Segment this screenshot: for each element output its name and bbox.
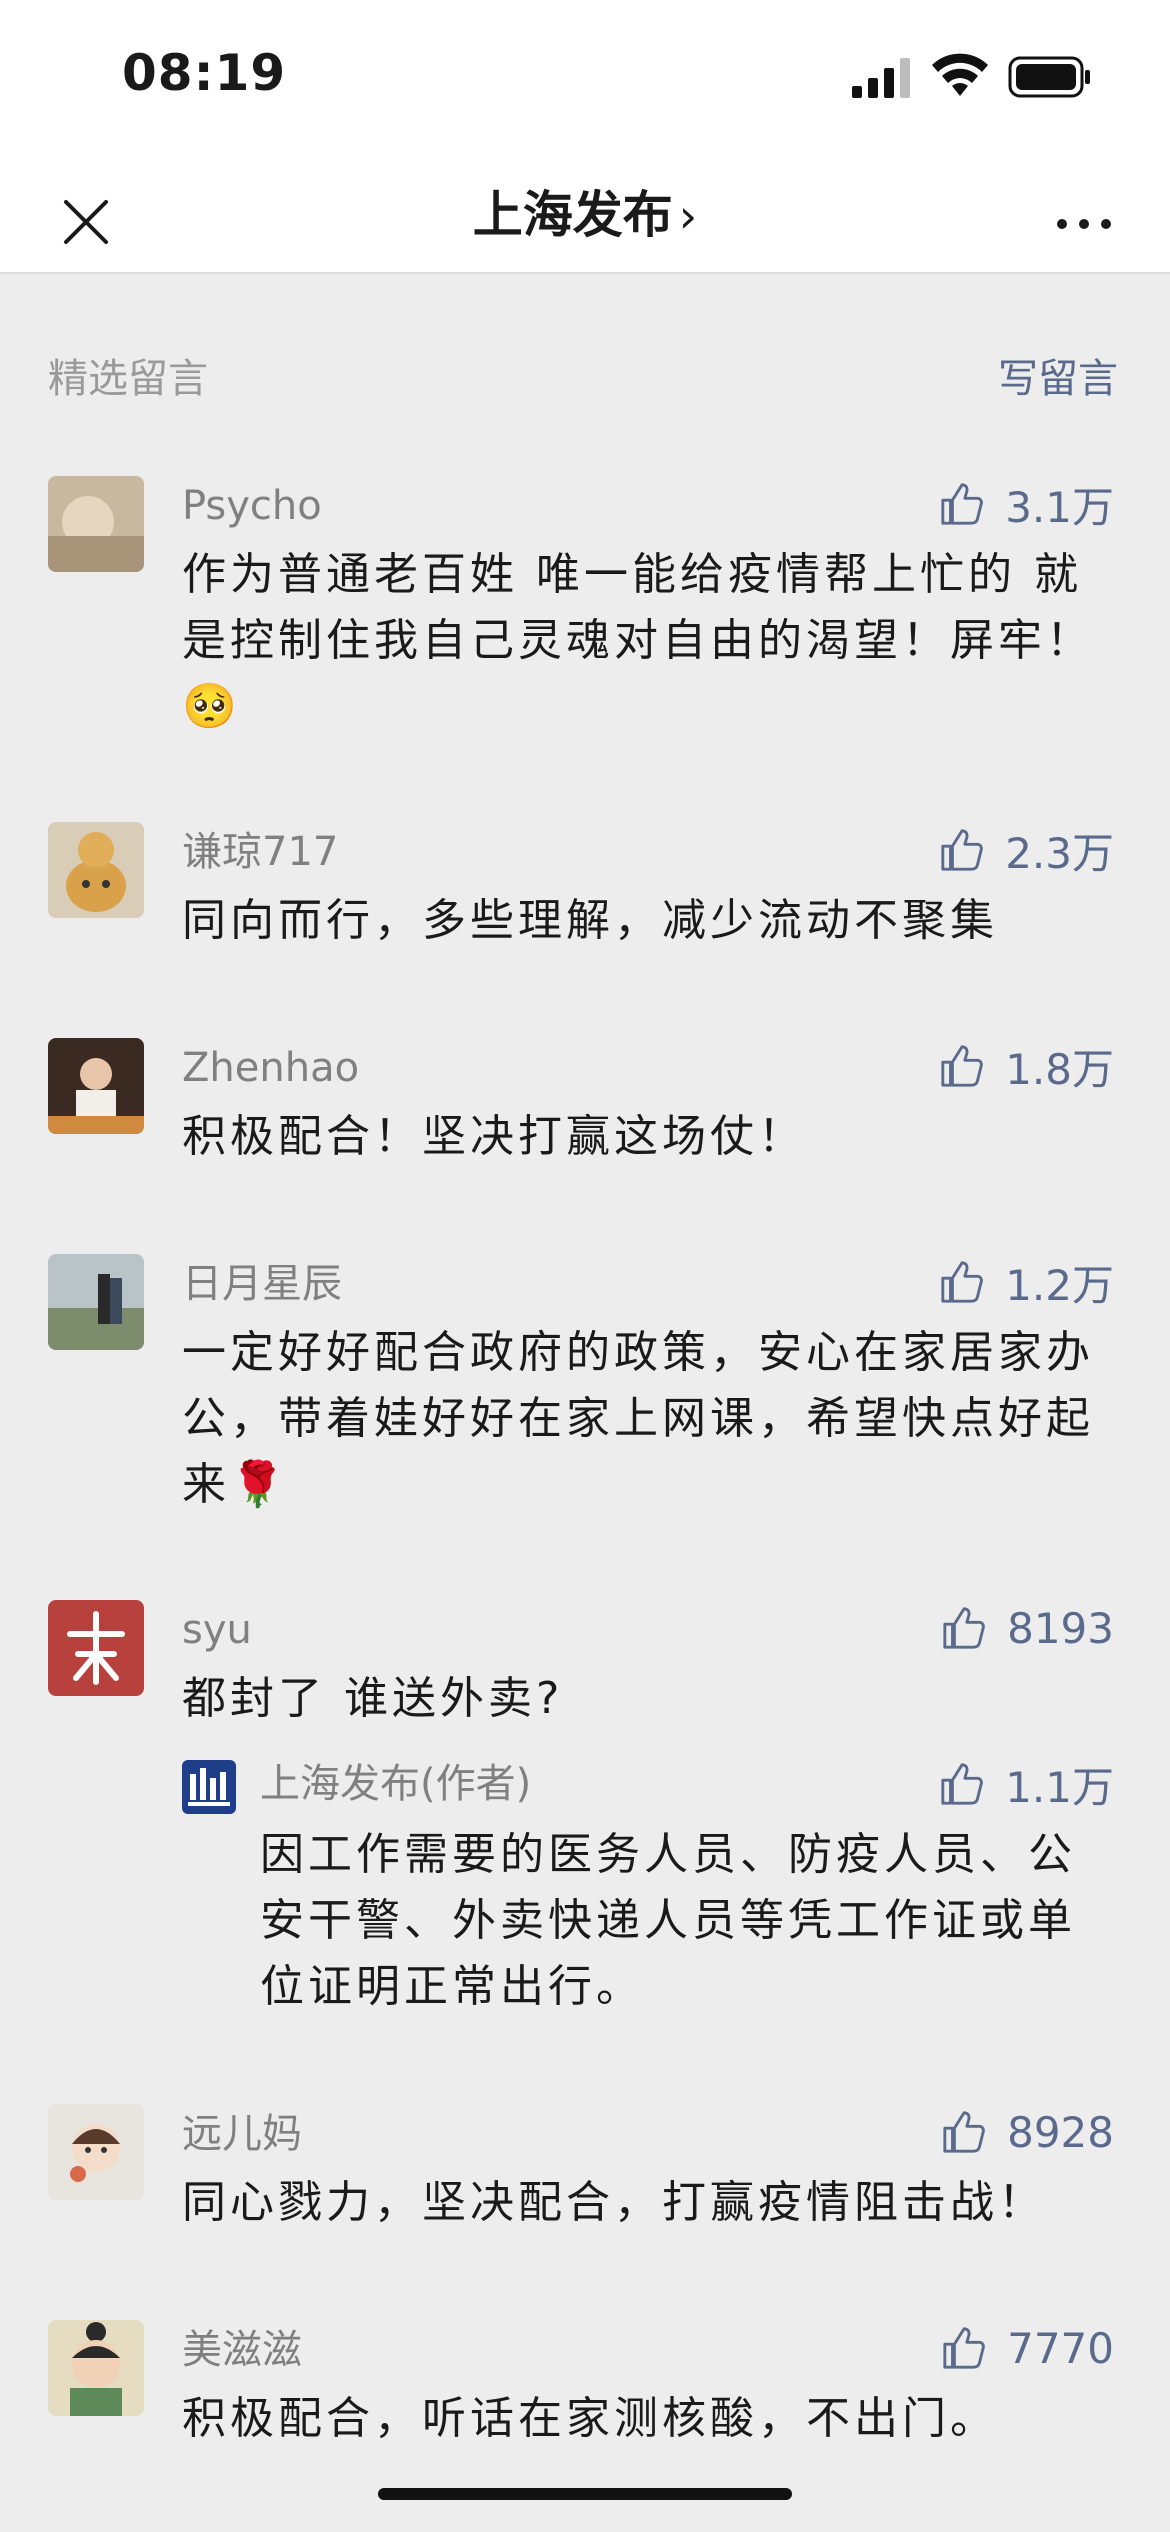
write-comment-link[interactable]: 写留言 [998, 346, 1118, 404]
comment-text: 同向而行，多些理解，减少流动不聚集 [182, 895, 998, 946]
like-count: 1.1万 [1005, 1762, 1114, 1812]
comment-text: 积极配合，听话在家测核酸，不出门。 [182, 2393, 998, 2444]
thumbs-up-icon [941, 1261, 984, 1303]
avatar[interactable] [48, 822, 144, 918]
home-indicator[interactable] [378, 2488, 792, 2500]
cellular-signal-icon [852, 58, 910, 98]
battery-icon [1008, 56, 1090, 98]
like-count: 8193 [1007, 1603, 1114, 1653]
like-button[interactable]: 1.8万 [939, 1038, 1114, 1094]
avatar[interactable] [48, 2320, 144, 2416]
more-icon[interactable] [1054, 204, 1114, 244]
commenter-name[interactable]: Psycho [182, 478, 322, 534]
commenter-name[interactable]: 日月星辰 [182, 1256, 342, 1312]
avatar[interactable] [48, 1600, 144, 1696]
nav-bar: 上海发布 › [0, 160, 1170, 274]
like-button[interactable]: 8928 [941, 2104, 1114, 2160]
like-button[interactable]: 3.1万 [939, 476, 1114, 532]
wifi-icon [932, 53, 988, 96]
commenter-name[interactable]: 谦琼717 [182, 824, 338, 880]
chevron-right-icon: › [678, 189, 698, 243]
status-time: 08:19 [122, 44, 287, 102]
comment-text: 作为普通老百姓 唯一能给疫情帮上忙的 就是控制住我自己灵魂对自由的渴望！屏牢！🥺 [182, 549, 1094, 732]
like-button[interactable]: 1.1万 [939, 1756, 1114, 1812]
like-count: 2.3万 [1005, 828, 1114, 878]
featured-comments-label: 精选留言 [48, 356, 208, 402]
account-name: 上海发布 [472, 186, 673, 244]
author-avatar[interactable] [182, 1760, 236, 1814]
section-header: 精选留言 写留言 [48, 346, 1118, 406]
like-count: 7770 [1007, 2323, 1114, 2373]
avatar[interactable] [48, 476, 144, 572]
emoji: 🌹 [230, 1459, 289, 1510]
account-title[interactable]: 上海发布 › [0, 180, 1170, 251]
status-bar: 08:19 [0, 0, 1170, 160]
like-button[interactable]: 8193 [941, 1600, 1114, 1656]
avatar[interactable] [48, 1038, 144, 1134]
thumbs-up-icon [941, 483, 984, 525]
thumbs-up-icon [943, 1607, 985, 1649]
comment-text: 同心戮力，坚决配合，打赢疫情阻击战！ [182, 2177, 1046, 2228]
reply-text: 因工作需要的医务人员、防疫人员、公安干警、外卖快递人员等凭工作证或单位证明正常出… [260, 1829, 1076, 2012]
avatar[interactable] [48, 1254, 144, 1350]
like-button[interactable]: 7770 [941, 2320, 1114, 2376]
like-button[interactable]: 1.2万 [939, 1254, 1114, 1310]
author-name[interactable]: 上海发布(作者) [260, 1756, 531, 1812]
commenter-name[interactable]: 美滋滋 [182, 2322, 302, 2378]
commenter-name[interactable]: syu [182, 1602, 252, 1658]
thumbs-up-icon [943, 2111, 985, 2153]
like-count: 8928 [1007, 2107, 1114, 2157]
thumbs-up-icon [941, 1763, 984, 1805]
commenter-name[interactable]: 远儿妈 [182, 2106, 302, 2162]
like-count: 1.2万 [1005, 1260, 1114, 1310]
emoji: 🥺 [182, 681, 241, 732]
comment-text: 都封了 谁送外卖? [182, 1673, 564, 1724]
thumbs-up-icon [941, 1045, 984, 1087]
comment-text: 一定好好配合政府的政策，安心在家居家办公，带着娃好好在家上网课，希望快点好起来🌹 [182, 1327, 1094, 1510]
like-count: 1.8万 [1005, 1044, 1114, 1094]
like-count: 3.1万 [1005, 482, 1114, 532]
like-button[interactable]: 2.3万 [939, 822, 1114, 878]
avatar[interactable] [48, 2104, 144, 2200]
comment-text: 积极配合！坚决打赢这场仗！ [182, 1111, 806, 1162]
commenter-name[interactable]: Zhenhao [182, 1040, 359, 1096]
thumbs-up-icon [941, 829, 984, 871]
thumbs-up-icon [943, 2327, 985, 2369]
